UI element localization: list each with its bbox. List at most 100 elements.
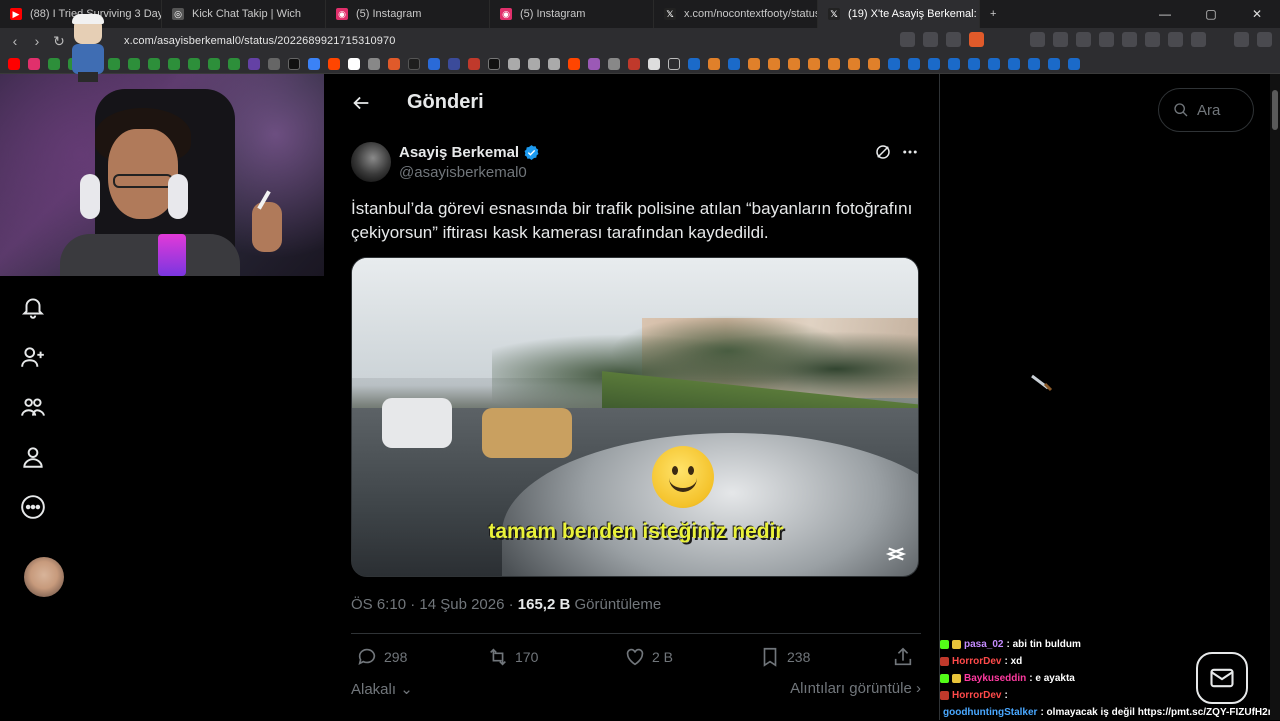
profile-icon[interactable] [20,444,46,470]
bookmark-icon[interactable] [448,57,460,70]
reload-icon[interactable]: ↻ [48,33,70,50]
bookmark-icon[interactable] [488,57,500,70]
menu-icon[interactable] [1257,32,1272,47]
extension-icon[interactable] [1191,32,1206,47]
extension-icon[interactable] [1168,32,1183,47]
view-quotes-link[interactable]: Alıntıları görüntüle › [790,680,921,697]
bookmark-icon[interactable] [1028,57,1040,70]
extension-icon[interactable] [1099,32,1114,47]
extension-icon[interactable] [1076,32,1091,47]
new-tab-button[interactable]: + [980,0,1006,28]
extension-icon[interactable] [1122,32,1137,47]
share-button[interactable] [892,644,914,670]
folder-icon[interactable] [668,57,680,70]
browser-tab[interactable]: 𝕏 x.com/nocontextfooty/status/20215... [654,0,818,28]
url-field[interactable]: x.com/asayisberkemal0/status/20226899217… [124,35,395,47]
author-name[interactable]: Asayiş Berkemal [399,144,519,161]
more-options-icon[interactable] [20,494,46,520]
share-icon[interactable] [946,32,961,47]
tweet-timestamp[interactable]: ÖS 6:10 · 14 Şub 2026 · [351,596,518,613]
bookmark-icon[interactable] [108,57,120,70]
bookmark-icon[interactable] [168,57,180,70]
maximize-button[interactable]: ▢ [1188,0,1234,28]
bookmark-icon[interactable] [628,57,640,70]
bookmark-icon[interactable] [208,57,220,70]
tweet-video[interactable]: tamam benden isteğiniz nedir [351,257,919,577]
browser-tab[interactable]: ◉ (5) Instagram [490,0,654,28]
browser-tab[interactable]: ◉ (5) Instagram [326,0,490,28]
bookmark-icon[interactable] [708,57,720,70]
browser-tab-active[interactable]: 𝕏 (19) X'te Asayiş Berkemal: "İst... ✕ [818,0,980,28]
bookmark-icon[interactable] [268,57,280,70]
scrollbar-thumb[interactable] [1272,90,1278,130]
close-window-button[interactable]: ✕ [1234,0,1280,28]
bookmark-icon[interactable] [848,57,860,70]
bookmark-icon[interactable] [568,57,580,70]
bookmark-icon[interactable] [288,57,300,70]
repost-button[interactable]: 170 [487,644,538,670]
bookmark-icon[interactable] [308,57,320,70]
bookmark-icon[interactable] [368,57,380,70]
browser-tab[interactable]: ◎ Kick Chat Takip | Wich [162,0,326,28]
back-nav-icon[interactable]: ‹ [4,33,26,49]
forward-nav-icon[interactable]: › [26,33,48,49]
extension-icon[interactable] [1030,32,1045,47]
zoom-icon[interactable] [900,32,915,47]
bookmark-icon[interactable] [928,57,940,70]
bookmark-icon[interactable] [28,57,40,70]
bookmark-icon[interactable] [868,57,880,70]
bookmark-icon[interactable] [588,57,600,70]
bookmark-icon[interactable] [1048,57,1060,70]
bookmark-icon[interactable] [808,57,820,70]
reply-button[interactable]: 298 [356,644,407,670]
bookmark-icon[interactable] [408,57,420,70]
media-icon[interactable] [1234,32,1249,47]
author-name-row[interactable]: Asayiş Berkemal [399,144,540,161]
bookmark-icon[interactable] [228,57,240,70]
bookmark-icon[interactable] [8,57,20,70]
bookmark-icon[interactable] [528,57,540,70]
bookmark-icon[interactable] [888,57,900,70]
bookmark-icon[interactable] [768,57,780,70]
search-box[interactable]: Ara [1158,88,1254,132]
account-avatar[interactable] [24,557,64,597]
bookmark-icon[interactable] [748,57,760,70]
more-dots-icon[interactable] [901,143,919,161]
like-button[interactable]: 2 B [624,644,673,670]
bookmark-icon[interactable] [468,57,480,70]
bookmark-icon[interactable] [48,57,60,70]
bookmark-icon[interactable] [508,57,520,70]
bookmark-icon[interactable] [188,57,200,70]
messages-button[interactable] [1196,652,1248,704]
bookmark-icon[interactable] [248,57,260,70]
bookmark-icon[interactable] [828,57,840,70]
minimize-button[interactable]: — [1142,0,1188,28]
bookmark-icon[interactable] [548,57,560,70]
bookmark-icon[interactable] [128,57,140,70]
bookmark-icon[interactable] [648,57,660,70]
bookmark-icon[interactable] [908,57,920,70]
bookmark-icon[interactable] [608,57,620,70]
bookmark-icon[interactable] [728,57,740,70]
bookmark-icon[interactable] [388,57,400,70]
cast-icon[interactable] [923,32,938,47]
bookmark-icon[interactable] [428,57,440,70]
bookmark-icon[interactable] [988,57,1000,70]
author-handle[interactable]: @asayisberkemal0 [399,164,527,181]
grok-icon[interactable] [874,143,892,161]
bookmark-icon[interactable] [968,57,980,70]
page-scrollbar[interactable] [1270,74,1280,720]
extension-icon[interactable] [1053,32,1068,47]
author-avatar[interactable] [351,142,391,182]
notifications-icon[interactable] [20,294,46,320]
back-arrow-icon[interactable] [350,92,372,114]
brave-shield-icon[interactable] [969,32,984,47]
bookmark-icon[interactable] [688,57,700,70]
bookmark-icon[interactable] [148,57,160,70]
related-dropdown[interactable]: Alakalı ⌄ [351,680,413,698]
follow-icon[interactable] [20,344,46,370]
bookmark-icon[interactable] [788,57,800,70]
communities-icon[interactable] [20,394,46,420]
bookmark-icon[interactable] [1068,57,1080,70]
bookmark-icon[interactable] [1008,57,1020,70]
